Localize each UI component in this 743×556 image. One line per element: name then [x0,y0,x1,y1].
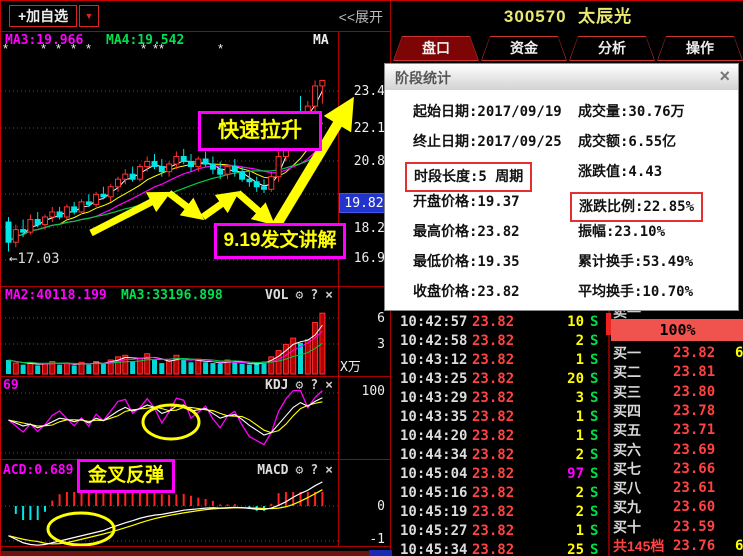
tape-row[interactable]: 10:45:1623.822S [392,484,607,503]
macd-tick: -1 [339,532,385,547]
tape-row[interactable]: 10:44:3423.822S [392,446,607,465]
stat-right: 振幅:23.10% [578,222,665,242]
bid-row[interactable]: 买十23.59 [611,518,743,537]
tape-row[interactable]: 10:43:2523.8220S [392,370,607,389]
stat-left: 收盘价格:23.82 [413,282,520,302]
bid-row[interactable]: 买一23.8266 [611,344,743,363]
annotation-macd: 金叉反弹 [77,459,175,493]
tab-1[interactable]: 盘口 [393,36,479,61]
kdj-panel[interactable]: 69 KDJ⚙?× [1,376,391,459]
stock-name: 太辰光 [578,7,632,26]
toolbar: +加自选 ▼ <<展开 [1,1,391,31]
list-divider [608,311,610,556]
bid-row[interactable]: 买二23.81 [611,363,743,382]
vol-tick: 6 [339,311,385,326]
expand-button[interactable]: <<展开 [339,7,383,27]
tape-row[interactable]: 10:45:1923.822S [392,503,607,522]
order-ratio-bar: 100% [611,319,743,341]
tape-row[interactable]: 10:45:0423.8297S [392,465,607,484]
annotation-rally: 快速拉升 [198,111,322,151]
stat-row: 最低价格:19.35 累计换手:53.49% [385,252,738,272]
dialog-title: 阶段统计 [395,68,451,88]
stat-left: 起始日期:2017/09/19 [413,102,562,122]
volume-panel[interactable]: MA2:40118.199 MA3:33196.898 VOL⚙?× [1,286,391,376]
macd-tick: 0 [339,499,385,514]
stat-row: 终止日期:2017/09/25 成交额:6.55亿 [385,132,738,152]
stat-left: 最高价格:23.82 [413,222,520,242]
highlight-ellipse [48,513,114,545]
tape-row[interactable]: 10:44:2023.821S [392,427,607,446]
dialog-titlebar[interactable]: 阶段统计 × [385,64,738,91]
dialog-body: 起始日期:2017/09/19成交量:30.76万终止日期:2017/09/25… [385,90,738,310]
app-window: +加自选 ▼ <<展开 MA3:19.966 MA4:19.542 MA ***… [0,0,743,556]
kdj-tick: 100 [339,384,385,399]
tab-bar: 盘口资金分析操作 [393,36,743,62]
stock-code: 300570 [504,7,567,26]
order-book: 卖一 100% 买一23.8266买二23.81买三23.80买四23.78买五… [611,307,743,556]
stat-right: 平均换手:10.70% [578,282,693,302]
bottom-border [1,551,369,556]
tape-row[interactable]: 10:45:2723.821S [392,522,607,541]
candlestick-chart[interactable]: MA3:19.966 MA4:19.542 MA ********* 快速拉升 … [1,31,391,286]
stat-row: 开盘价格:19.37涨跌比例:22.85% [385,192,738,212]
tape-row[interactable]: 10:43:3523.821S [392,408,607,427]
low-price-label: ←17.03 [9,251,60,267]
stat-right: 成交额:6.55亿 [578,132,676,152]
stat-right: 涨跌比例:22.85% [570,192,703,222]
stat-row: 时段长度:5 周期涨跌值:4.43 [385,162,738,182]
bid-row[interactable]: 买八23.61 [611,479,743,498]
stat-right: 涨跌值:4.43 [578,162,662,182]
macd-panel[interactable]: ACD:0.689 MACD⚙?× 金叉反弹 [1,459,391,546]
tab-2[interactable]: 资金 [481,36,567,61]
divider [1,546,391,547]
stat-row: 收盘价格:23.82 平均换手:10.70% [385,282,738,302]
orderbook-footer: 共145档23.7669 [611,537,743,556]
bid-row[interactable]: 买六23.69 [611,441,743,460]
stat-row: 最高价格:23.82 振幅:23.10% [385,222,738,242]
stat-right: 累计换手:53.49% [578,252,693,272]
tab-3[interactable]: 分析 [569,36,655,61]
add-watchlist-button[interactable]: +加自选 [9,5,77,27]
bid-row[interactable]: 买五23.71 [611,421,743,440]
stage-statistics-dialog: 阶段统计 × 起始日期:2017/09/19成交量:30.76万终止日期:201… [384,63,739,311]
stock-header: 300570 太辰光 [392,1,743,35]
bid-row[interactable]: 买九23.60 [611,498,743,517]
dialog-close-icon[interactable]: × [719,66,730,87]
stat-left: 终止日期:2017/09/25 [413,132,562,152]
tape-row[interactable]: 10:45:3423.8225S [392,541,607,556]
vol-tick: 3 [339,337,385,352]
tape-row[interactable]: 10:43:2923.823S [392,389,607,408]
current-price-marker: 19.82 [339,193,389,213]
stat-left: 时段长度:5 周期 [405,162,532,192]
tape-row[interactable]: 10:42:5823.822S [392,332,607,351]
hidden-sell-row: 卖一 [613,311,641,319]
price-tick: 23.4 [339,84,385,99]
stat-row: 起始日期:2017/09/19 成交量:30.76万 [385,102,738,122]
stat-left: 最低价格:19.35 [413,252,520,272]
annotation-note: 9.19发文讲解 [214,223,346,259]
price-tick: 22.1 [339,121,385,136]
bid-row[interactable]: 买四23.78 [611,402,743,421]
tab-4[interactable]: 操作 [657,36,743,61]
bid-row[interactable]: 买三23.80 [611,383,743,402]
tape-row[interactable]: 10:42:5723.8210S [392,313,607,332]
time-sales-list: 10:42:5723.8210S10:42:5823.822S10:43:122… [392,311,607,556]
stat-left: 开盘价格:19.37 [413,192,520,212]
price-tick: 20.8 [339,154,385,169]
vol-unit-label: X万 [340,356,386,375]
add-watchlist-dropdown[interactable]: ▼ [79,5,99,27]
tape-row[interactable]: 10:43:1223.821S [392,351,607,370]
stat-right: 成交量:30.76万 [578,102,685,122]
bid-row[interactable]: 买七23.66 [611,460,743,479]
